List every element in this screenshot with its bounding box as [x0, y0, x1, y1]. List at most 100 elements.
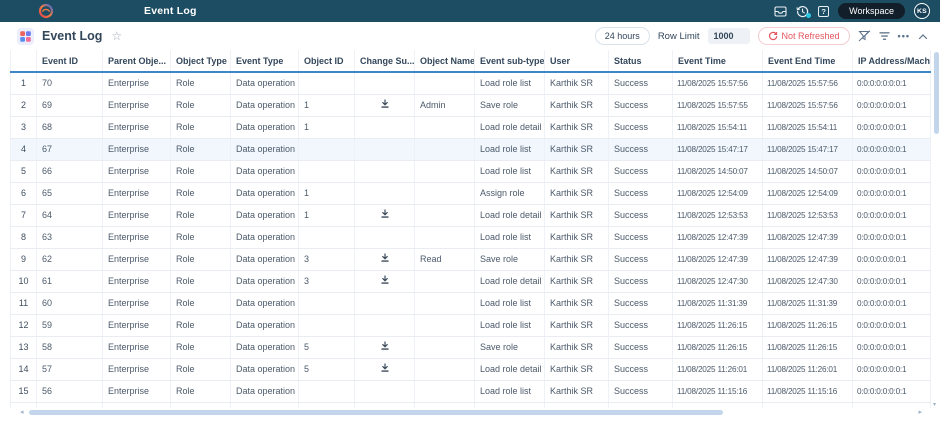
cell-object-name	[415, 116, 475, 138]
table-row[interactable]: 14 57 Enterprise Role Data operation 5 L…	[11, 358, 931, 380]
table-row[interactable]: 8 63 Enterprise Role Data operation Load…	[11, 226, 931, 248]
table-row[interactable]: 2 69 Enterprise Role Data operation 1 Ad…	[11, 94, 931, 116]
history-icon[interactable]	[796, 5, 809, 18]
table-row[interactable]: 11 60 Enterprise Role Data operation Loa…	[11, 292, 931, 314]
cell-event-end-time: 11/08/2025 12:47:39	[763, 248, 853, 270]
column-header-event-time[interactable]: Event Time	[673, 50, 763, 72]
table-row[interactable]: 7 64 Enterprise Role Data operation 1 Lo…	[11, 204, 931, 226]
cell-object-id: 1	[299, 94, 355, 116]
scroll-down-arrow-icon[interactable]: ▾	[933, 401, 936, 408]
download-icon[interactable]	[380, 363, 390, 375]
cell-ip-address: 0:0:0:0:0:0:0:1	[853, 226, 931, 248]
table-row[interactable]: 5 66 Enterprise Role Data operation Load…	[11, 160, 931, 182]
cell-change-summary	[355, 248, 415, 270]
cell-event-sub-type: Load role list	[475, 380, 545, 402]
horizontal-scrollbar-thumb[interactable]	[29, 410, 723, 415]
help-icon[interactable]: ?	[818, 6, 829, 17]
column-header-ip-address[interactable]: IP Address/Machine	[853, 50, 931, 72]
cell-event-id: 56	[37, 380, 103, 402]
cell-status: Success	[609, 94, 673, 116]
cell-event-time: 11/08/2025 12:53:53	[673, 204, 763, 226]
column-header-event-type[interactable]: Event Type	[231, 50, 299, 72]
column-header-change-summary[interactable]: Change Su...	[355, 50, 415, 72]
download-icon[interactable]	[380, 341, 390, 353]
cell-event-type: Data operation	[231, 292, 299, 314]
cell-ip-address: 0:0:0:0:0:0:0:1	[853, 138, 931, 160]
scroll-right-arrow-icon[interactable]: ▸	[918, 408, 922, 417]
cell-ip-address: 0:0:0:0:0:0:0:1	[853, 116, 931, 138]
cell-event-id: 66	[37, 160, 103, 182]
cell-object-type: Role	[171, 160, 231, 182]
horizontal-scrollbar[interactable]: ◂ ▸	[20, 409, 920, 416]
cell-parent-object: Enterprise	[103, 270, 171, 292]
row-number: 12	[11, 314, 37, 336]
cell-object-type: Role	[171, 182, 231, 204]
cell-parent-object: Enterprise	[103, 248, 171, 270]
empty-row	[11, 402, 931, 408]
cell-parent-object: Enterprise	[103, 94, 171, 116]
cell-parent-object: Enterprise	[103, 226, 171, 248]
table-row[interactable]: 9 62 Enterprise Role Data operation 3 Re…	[11, 248, 931, 270]
row-number: 14	[11, 358, 37, 380]
table-row[interactable]: 13 58 Enterprise Role Data operation 5 S…	[11, 336, 931, 358]
cell-object-type: Role	[171, 94, 231, 116]
row-number: 9	[11, 248, 37, 270]
cell-user: Karthik SR	[545, 204, 609, 226]
user-avatar[interactable]: KS	[914, 3, 930, 19]
cell-event-end-time: 11/08/2025 11:31:39	[763, 292, 853, 314]
collapse-chevron-icon[interactable]	[918, 33, 928, 40]
column-header-parent-object[interactable]: Parent Obje...	[103, 50, 171, 72]
column-header-event-id[interactable]: Event ID	[37, 50, 103, 72]
cell-event-sub-type: Save role	[475, 248, 545, 270]
table-row[interactable]: 6 65 Enterprise Role Data operation 1 As…	[11, 182, 931, 204]
download-icon[interactable]	[380, 275, 390, 287]
column-header-event-end-time[interactable]: Event End Time	[763, 50, 853, 72]
row-limit-input[interactable]	[708, 28, 750, 44]
row-number: 4	[11, 138, 37, 160]
cell-object-id: 1	[299, 204, 355, 226]
cell-event-time: 11/08/2025 11:26:15	[673, 314, 763, 336]
table-row[interactable]: 1 70 Enterprise Role Data operation Load…	[11, 72, 931, 94]
cell-event-time: 11/08/2025 15:57:56	[673, 72, 763, 94]
page-header: Event Log ☆ 24 hours Row Limit Not Refre…	[0, 22, 940, 50]
cell-event-sub-type: Load role detail	[475, 204, 545, 226]
refresh-status-button[interactable]: Not Refreshed	[758, 27, 850, 45]
row-number: 2	[11, 94, 37, 116]
workspace-button[interactable]: Workspace	[838, 3, 905, 19]
column-header-object-id[interactable]: Object ID	[299, 50, 355, 72]
cell-object-name: Admin	[415, 94, 475, 116]
cell-event-id: 61	[37, 270, 103, 292]
time-range-button[interactable]: 24 hours	[595, 27, 650, 45]
vertical-scrollbar-thumb[interactable]	[934, 52, 939, 134]
favorite-star-icon[interactable]: ☆	[111, 30, 122, 42]
event-log-app-icon	[17, 28, 34, 45]
table-row[interactable]: 3 68 Enterprise Role Data operation 1 Lo…	[11, 116, 931, 138]
cell-ip-address: 0:0:0:0:0:0:0:1	[853, 72, 931, 94]
cell-object-name	[415, 226, 475, 248]
sort-lines-icon[interactable]	[879, 31, 890, 41]
cell-parent-object: Enterprise	[103, 292, 171, 314]
cell-event-sub-type: Assign role	[475, 182, 545, 204]
column-header-object-name[interactable]: Object Name	[415, 50, 475, 72]
column-header-status[interactable]: Status	[609, 50, 673, 72]
column-header-event-sub-type[interactable]: Event sub-type	[475, 50, 545, 72]
table-row[interactable]: 12 59 Enterprise Role Data operation Loa…	[11, 314, 931, 336]
more-options-icon[interactable]: •••	[898, 31, 910, 41]
column-header-user[interactable]: User	[545, 50, 609, 72]
filter-off-icon[interactable]	[858, 30, 871, 42]
cell-event-type: Data operation	[231, 270, 299, 292]
cell-status: Success	[609, 138, 673, 160]
brand-logo-icon[interactable]	[38, 3, 54, 19]
table-row[interactable]: 10 61 Enterprise Role Data operation 3 L…	[11, 270, 931, 292]
download-icon[interactable]	[380, 209, 390, 221]
cell-event-type: Data operation	[231, 314, 299, 336]
vertical-scrollbar[interactable]: ▾	[934, 52, 939, 404]
table-row[interactable]: 4 67 Enterprise Role Data operation Load…	[11, 138, 931, 160]
scroll-left-arrow-icon[interactable]: ◂	[20, 408, 24, 417]
column-header-object-type[interactable]: Object Type	[171, 50, 231, 72]
download-icon[interactable]	[380, 99, 390, 111]
cell-status: Success	[609, 116, 673, 138]
download-icon[interactable]	[380, 253, 390, 265]
table-row[interactable]: 15 56 Enterprise Role Data operation Loa…	[11, 380, 931, 402]
inbox-icon[interactable]	[774, 6, 787, 17]
